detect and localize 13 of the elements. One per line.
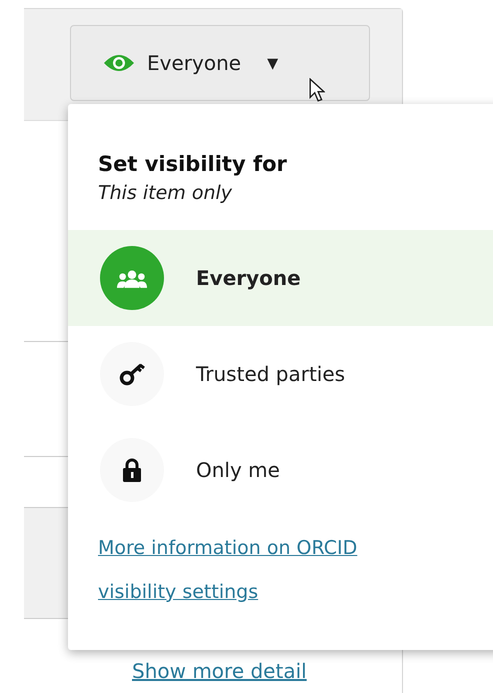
visibility-button[interactable]: Everyone ▾ <box>70 25 370 101</box>
group-icon <box>117 268 147 288</box>
visibility-option[interactable]: Trusted parties <box>68 326 493 422</box>
key-icon <box>119 362 145 386</box>
lock-icon <box>122 458 142 482</box>
visibility-info-link[interactable]: More information on ORCID visibility settings <box>98 526 428 614</box>
eye-icon <box>103 53 135 73</box>
visibility-option[interactable]: Everyone <box>68 230 493 326</box>
cursor-icon <box>309 78 325 103</box>
show-more-link[interactable]: Show more detail <box>132 659 307 683</box>
popup-subtitle: This item only <box>98 182 234 204</box>
popup-title: Set visibility for <box>98 152 288 176</box>
visibility-option[interactable]: Only me <box>68 422 493 518</box>
